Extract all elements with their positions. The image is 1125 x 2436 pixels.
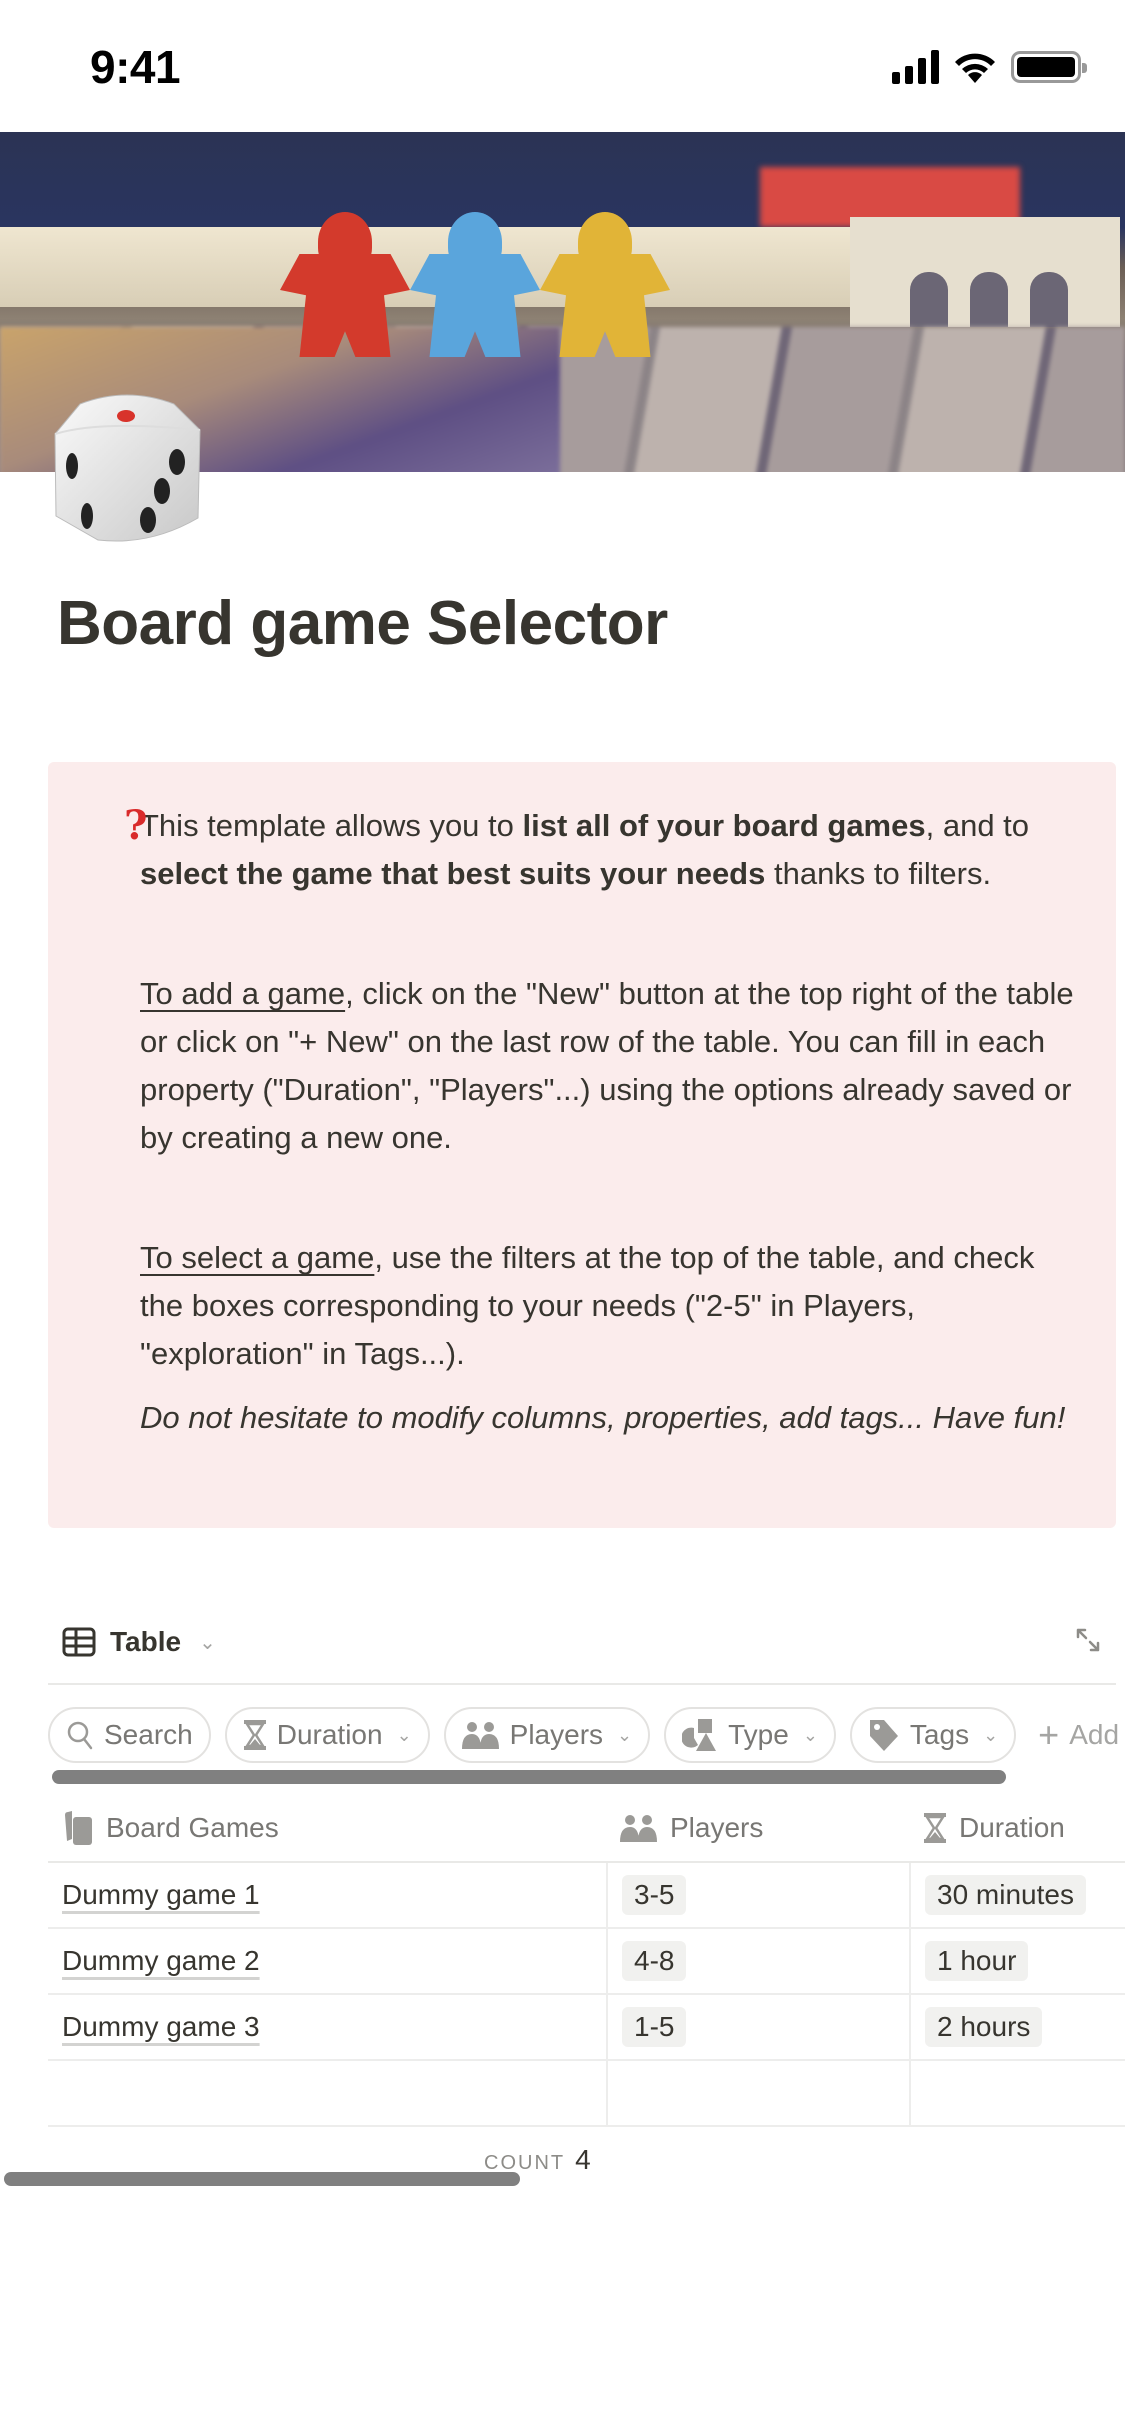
callout-paragraph-outro: Do not hesitate to modify columns, prope… <box>140 1400 1066 1435</box>
database-view-header: Table ⌄ <box>48 1610 1116 1685</box>
table-row[interactable]: Dummy game 3 1-5 2 hours <box>48 1995 1125 2061</box>
status-icons <box>892 50 1087 84</box>
filter-bar-scrollbar[interactable] <box>52 1770 1006 1784</box>
cell-duration[interactable]: 30 minutes <box>909 1863 1125 1927</box>
cell-duration[interactable]: 2 hours <box>909 1995 1125 2059</box>
filter-bar: Search Duration ⌄ Players ⌄ Type ⌄ Tags … <box>48 1707 1125 1763</box>
cards-icon <box>65 1811 92 1845</box>
question-mark-icon[interactable]: ? <box>124 802 147 849</box>
tag-icon <box>869 1720 898 1751</box>
chevron-down-icon: ⌄ <box>983 1724 999 1745</box>
table-row[interactable]: Dummy game 2 4-8 1 hour <box>48 1929 1125 1995</box>
table-icon <box>62 1627 96 1657</box>
cell-players[interactable] <box>606 2061 909 2125</box>
cell-players[interactable]: 4-8 <box>606 1929 909 1993</box>
page-title[interactable]: Board game Selector <box>57 588 668 659</box>
filter-tags[interactable]: Tags ⌄ <box>849 1707 1017 1763</box>
chevron-down-icon: ⌄ <box>396 1724 412 1745</box>
duration-tag: 2 hours <box>925 2007 1043 2047</box>
filter-type[interactable]: Type ⌄ <box>664 1707 836 1763</box>
column-header-duration[interactable]: Duration <box>909 1795 1125 1861</box>
cell-duration[interactable]: 1 hour <box>909 1929 1125 1993</box>
cell-name[interactable]: Dummy game 2 <box>48 1929 606 1993</box>
cellular-signal-icon <box>892 50 939 84</box>
filter-duration[interactable]: Duration ⌄ <box>224 1707 430 1763</box>
board-games-table: Board Games Players Duration Dummy game … <box>48 1795 1125 2127</box>
cell-name[interactable]: Dummy game 3 <box>48 1995 606 2059</box>
hourglass-icon <box>243 1720 266 1750</box>
search-icon <box>67 1721 93 1750</box>
red-meeple <box>280 212 410 357</box>
duration-tag: 30 minutes <box>925 1875 1086 1915</box>
callout-paragraph-select: To select a game, use the filters at the… <box>140 1240 1035 1371</box>
status-bar: 9:41 <box>0 0 1125 132</box>
cell-duration[interactable] <box>909 2061 1125 2125</box>
add-game-anchor: To add a game <box>140 976 346 1011</box>
battery-icon <box>1011 51 1087 83</box>
table-row-empty[interactable] <box>48 2061 1125 2127</box>
dice-icon[interactable] <box>50 390 205 545</box>
add-filter-button[interactable]: + Add filter <box>1030 1707 1125 1763</box>
chevron-down-icon: ⌄ <box>617 1724 633 1745</box>
cell-name[interactable] <box>48 2061 606 2125</box>
view-tab-label: Table <box>110 1626 182 1657</box>
shapes-icon <box>682 1719 717 1751</box>
select-game-anchor: To select a game <box>140 1240 375 1275</box>
column-header-board-games[interactable]: Board Games <box>48 1795 606 1861</box>
view-tab-table[interactable]: Table ⌄ <box>62 1626 216 1658</box>
callout: ? This template allows you to list all o… <box>48 762 1116 1528</box>
expand-icon[interactable] <box>1074 1626 1102 1662</box>
yellow-meeple <box>540 212 670 357</box>
table-row[interactable]: Dummy game 1 3-5 30 minutes <box>48 1863 1125 1929</box>
cell-players[interactable]: 3-5 <box>606 1863 909 1927</box>
count-value: 4 <box>575 2144 591 2175</box>
filter-players[interactable]: Players ⌄ <box>443 1707 651 1763</box>
plus-icon: + <box>1038 1714 1060 1755</box>
hourglass-icon <box>924 1813 946 1843</box>
blue-meeple <box>410 212 540 357</box>
status-time: 9:41 <box>90 41 181 93</box>
chevron-down-icon: ⌄ <box>199 1631 216 1654</box>
wifi-icon <box>955 53 995 83</box>
callout-paragraph-add: To add a game, click on the "New" button… <box>140 976 1074 1155</box>
players-tag: 1-5 <box>622 2007 687 2047</box>
players-tag: 4-8 <box>622 1941 687 1981</box>
callout-paragraph-intro: This template allows you to list all of … <box>140 808 1030 891</box>
column-header-players[interactable]: Players <box>606 1795 909 1861</box>
table-scrollbar[interactable] <box>4 2172 520 2186</box>
table-header-row: Board Games Players Duration <box>48 1795 1125 1863</box>
people-icon <box>620 1815 657 1842</box>
search-chip[interactable]: Search <box>48 1707 211 1763</box>
people-icon <box>461 1722 499 1749</box>
chevron-down-icon: ⌄ <box>802 1724 818 1745</box>
players-tag: 3-5 <box>622 1875 687 1915</box>
cell-players[interactable]: 1-5 <box>606 1995 909 2059</box>
duration-tag: 1 hour <box>925 1941 1029 1981</box>
cell-name[interactable]: Dummy game 1 <box>48 1863 606 1927</box>
